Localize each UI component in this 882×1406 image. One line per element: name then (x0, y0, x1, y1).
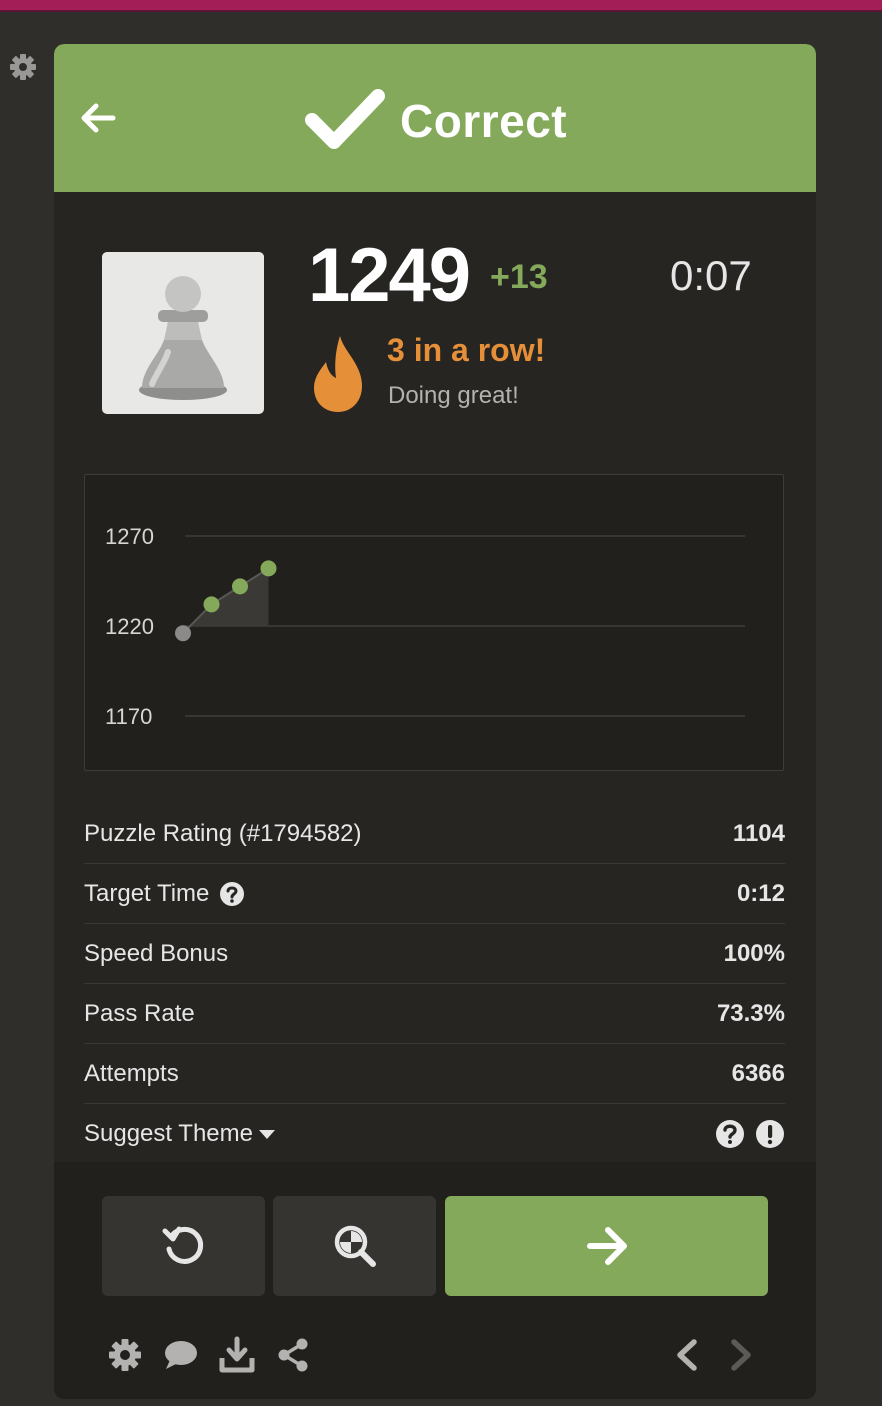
streak-subtext: Doing great! (388, 382, 519, 409)
gear-icon[interactable] (106, 1336, 144, 1374)
chevron-right-icon[interactable] (726, 1336, 756, 1374)
next-puzzle-button[interactable] (445, 1196, 768, 1296)
stat-label: Suggest Theme (84, 1120, 253, 1147)
share-icon[interactable] (274, 1336, 312, 1374)
analysis-magnifier-icon (334, 1225, 376, 1267)
stat-value: 6366 (731, 1059, 785, 1087)
toolbar (106, 1336, 312, 1374)
chevron-left-icon[interactable] (672, 1336, 702, 1374)
timer: 0:07 (670, 252, 752, 299)
retry-icon (162, 1226, 203, 1264)
avatar (102, 252, 264, 414)
stat-value: 0:12 (736, 879, 785, 907)
result-title: Correct (400, 95, 568, 147)
stat-row-pass-rate: Pass Rate 73.3% (84, 984, 785, 1044)
rating-change: +13 (490, 258, 548, 296)
download-icon[interactable] (218, 1336, 256, 1374)
data-point[interactable] (260, 560, 277, 577)
stat-label: Target Time (84, 879, 210, 907)
exclamation-circle-icon[interactable] (755, 1119, 785, 1149)
retry-button[interactable] (102, 1196, 265, 1296)
stat-value: 100% (723, 939, 785, 967)
rating-chart-svg: 1270 1220 1170 (105, 524, 745, 729)
rating-chart: 1270 1220 1170 (84, 474, 784, 771)
streak-text: 3 in a row! (387, 332, 546, 368)
top-bar (0, 0, 882, 12)
stat-label: Attempts (84, 1059, 179, 1087)
arrow-left-icon[interactable] (80, 102, 116, 134)
result-header: Correct (54, 44, 816, 192)
data-point[interactable] (232, 578, 248, 595)
action-bar (54, 1162, 816, 1399)
theme-icons (715, 1119, 785, 1149)
question-circle-icon[interactable] (219, 881, 245, 907)
flame-icon (314, 336, 362, 412)
stat-row-target-time: Target Time 0:12 (84, 864, 785, 924)
stat-value: 73.3% (716, 999, 785, 1027)
puzzle-result-panel: Correct 1249 +13 0:07 3 in a row! Doing … (54, 44, 816, 1399)
y-tick-label: 1170 (105, 704, 152, 729)
data-point[interactable] (175, 625, 191, 642)
stat-value: 1104 (732, 819, 785, 847)
chat-bubble-icon[interactable] (162, 1336, 200, 1374)
suggest-theme-dropdown[interactable]: Suggest Theme (84, 1120, 275, 1148)
y-tick-label: 1270 (105, 524, 154, 549)
stat-label: Pass Rate (84, 999, 195, 1027)
stat-row-speed-bonus: Speed Bonus 100% (84, 924, 785, 984)
series-area (183, 568, 269, 634)
checkmark-icon (305, 89, 385, 149)
puzzle-stats: Puzzle Rating (#1794582) 1104 Target Tim… (84, 804, 785, 1164)
stat-label-wrap: Target Time (84, 880, 245, 908)
stat-label: Speed Bonus (84, 939, 229, 967)
pawn-icon (139, 276, 227, 400)
data-point[interactable] (203, 596, 220, 613)
stat-label: Puzzle Rating (#1794582) (84, 819, 362, 847)
arrow-right-icon (586, 1227, 627, 1265)
question-circle-icon[interactable] (715, 1119, 745, 1149)
stat-row-puzzle-rating: Puzzle Rating (#1794582) 1104 (84, 804, 785, 864)
stat-row-attempts: Attempts 6366 (84, 1044, 785, 1104)
stat-row-suggest-theme: Suggest Theme (84, 1104, 785, 1164)
y-tick-label: 1220 (105, 614, 154, 639)
analysis-button[interactable] (273, 1196, 436, 1296)
caret-down-icon (259, 1129, 275, 1139)
gear-icon[interactable] (8, 52, 38, 82)
player-rating: 1249 (308, 233, 471, 318)
